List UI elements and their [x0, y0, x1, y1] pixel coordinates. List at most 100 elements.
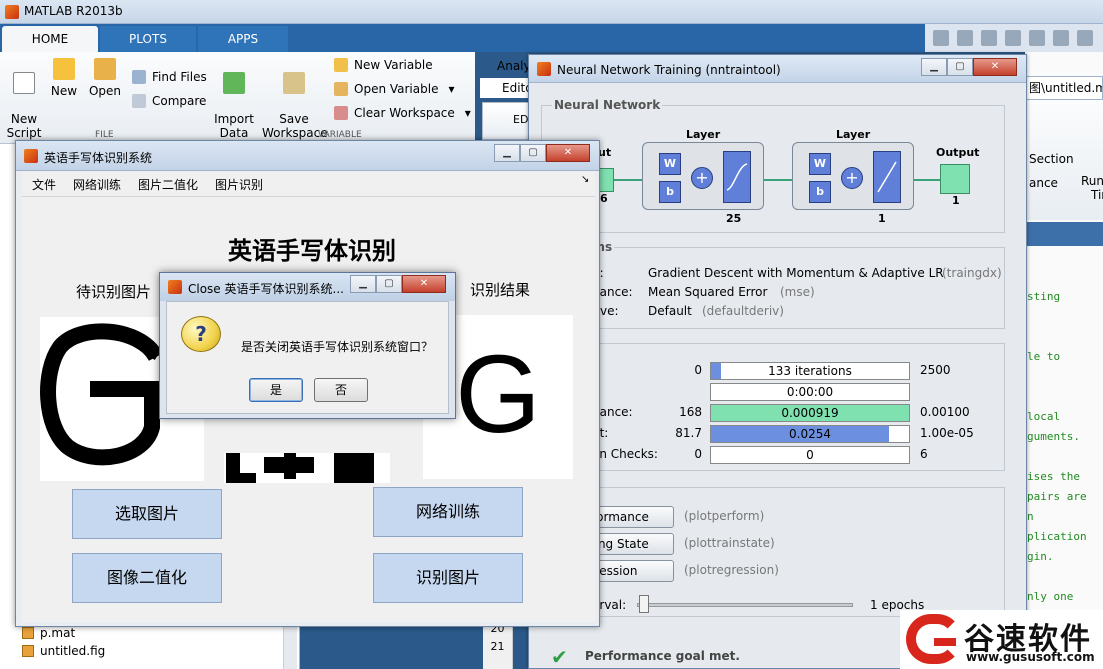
tab-apps[interactable]: APPS — [198, 26, 288, 52]
chevron-down-icon: ▾ — [464, 106, 471, 120]
menu-overflow-icon[interactable]: ↘ — [581, 174, 589, 185]
plot-code: (plotperform) — [684, 509, 765, 523]
import-data-button[interactable]: Import Data — [214, 58, 254, 140]
ance-label: ance — [1029, 176, 1058, 190]
menu-recognize[interactable]: 图片识别 — [215, 176, 263, 193]
handwriting-title: 英语手写体识别系统 — [44, 151, 153, 165]
import-icon — [223, 72, 245, 94]
open-variable-button[interactable]: Open Variable ▾ — [334, 80, 454, 98]
chevron-down-icon: ▾ — [448, 82, 455, 96]
dialog-body: ? 是否关闭英语手写体识别系统窗口？ 是 否 — [166, 301, 449, 414]
matlab-titlebar: MATLAB R2013b — [0, 0, 1103, 24]
maximize-button[interactable]: ▢ — [947, 58, 973, 76]
slider-thumb[interactable] — [639, 595, 649, 613]
recognize-image-button[interactable]: 识别图片 — [373, 553, 523, 603]
output-block — [940, 164, 970, 194]
select-image-button[interactable]: 选取图片 — [72, 489, 222, 539]
input-image-label: 待识别图片 — [76, 283, 152, 301]
maximize-button[interactable]: ▢ — [376, 275, 402, 293]
binarized-image — [226, 453, 374, 483]
new-button[interactable]: New — [48, 58, 80, 98]
menu-network-training[interactable]: 网络训练 — [73, 176, 121, 193]
clear-workspace-button[interactable]: Clear Workspace ▾ — [334, 104, 471, 122]
toolbar-icon[interactable] — [933, 30, 949, 46]
redo-icon[interactable] — [1077, 30, 1093, 46]
network-training-button[interactable]: 网络训练 — [373, 487, 523, 537]
editor-tab[interactable]: Edito — [480, 78, 535, 98]
binarize-image-button[interactable]: 图像二值化 — [72, 553, 222, 603]
editor-tab-strip — [1025, 222, 1103, 246]
close-button[interactable]: ✕ — [402, 275, 446, 293]
progress-value: 133 iterations — [768, 364, 852, 378]
bias-block: b — [809, 181, 831, 203]
handwriting-titlebar: 英语手写体识别系统 ▁ ▢ ✕ — [16, 141, 599, 171]
plot-code: (plotregression) — [684, 563, 779, 577]
menu-file[interactable]: 文件 — [32, 176, 56, 193]
progress-bar: 0.000919 — [710, 404, 910, 422]
progress-value: 0 — [806, 448, 814, 462]
no-button[interactable]: 否 — [314, 378, 368, 402]
performance-code: (mse) — [780, 285, 815, 299]
nntraintool-window: Neural Network Training (nntraintool) ▁ … — [528, 54, 1027, 669]
binary-image — [224, 453, 390, 483]
matlab-logo-icon — [168, 280, 182, 294]
group-variable-label: VARIABLE — [318, 130, 362, 140]
derivative-code: (defaultderiv) — [702, 304, 784, 318]
scrollbar[interactable] — [283, 620, 297, 669]
undo-icon[interactable] — [1053, 30, 1069, 46]
close-button[interactable]: ✕ — [973, 58, 1017, 76]
new-script-button[interactable]: New Script — [6, 58, 42, 140]
progress-start: 0 — [694, 447, 702, 461]
cut-icon[interactable] — [981, 30, 997, 46]
progress-end: 1.00e-05 — [920, 426, 974, 440]
progress-value: 0.000919 — [781, 406, 839, 420]
layer1-box: W b + — [642, 142, 764, 210]
folder-icon — [94, 58, 116, 80]
matlab-logo-icon — [5, 5, 19, 19]
editor-ribbon: Section ance Run Tim — [1025, 100, 1103, 220]
layer1-size: 25 — [726, 212, 742, 225]
sum-node: + — [691, 167, 713, 189]
plot-interval-slider[interactable] — [637, 603, 853, 607]
run-time-label: Tim — [1091, 188, 1103, 202]
minimize-button[interactable]: ▁ — [921, 58, 947, 76]
output-label: Output — [936, 146, 980, 159]
window-controls: ▁ ▢ ✕ — [921, 58, 1017, 76]
code-line: le to — [1027, 350, 1061, 363]
new-variable-icon — [334, 58, 348, 72]
open-button[interactable]: Open — [88, 58, 122, 98]
list-item[interactable]: untitled.fig — [20, 642, 285, 660]
find-files-icon — [132, 70, 146, 84]
minimize-button[interactable]: ▁ — [350, 275, 376, 293]
close-button[interactable]: ✕ — [546, 144, 590, 162]
code-line: plication — [1027, 530, 1087, 543]
section-button[interactable]: Section — [1029, 152, 1074, 166]
tab-home[interactable]: HOME — [2, 26, 98, 52]
progress-end: 6 — [920, 447, 928, 461]
yes-button[interactable]: 是 — [249, 378, 303, 402]
compare-icon — [132, 94, 146, 108]
progress-panel: ss 0133 iterations25000:00:00nance:1680.… — [541, 336, 1005, 471]
nntraintool-title: Neural Network Training (nntraintool) — [557, 63, 781, 77]
tab-plots[interactable]: PLOTS — [100, 26, 196, 52]
open-variable-icon — [334, 82, 348, 96]
progress-bar: 0:00:00 — [710, 383, 910, 401]
mat-file-icon — [22, 627, 34, 639]
save-icon[interactable] — [957, 30, 973, 46]
new-variable-button[interactable]: New Variable — [334, 56, 433, 74]
progress-value: 0.0254 — [789, 427, 831, 441]
layer2-label: Layer — [836, 128, 871, 141]
analysis-tab[interactable]: Analy — [475, 56, 535, 76]
copy-icon[interactable] — [1005, 30, 1021, 46]
code-line: n — [1027, 510, 1034, 523]
menu-binarize[interactable]: 图片二值化 — [138, 176, 198, 193]
compare-button[interactable]: Compare — [132, 92, 206, 110]
progress-end: 2500 — [920, 363, 951, 377]
maximize-button[interactable]: ▢ — [520, 144, 546, 162]
paste-icon[interactable] — [1029, 30, 1045, 46]
save-workspace-button[interactable]: Save Workspace — [262, 58, 328, 140]
minimize-button[interactable]: ▁ — [494, 144, 520, 162]
run-button[interactable]: Run — [1081, 174, 1103, 188]
find-files-button[interactable]: Find Files — [132, 68, 207, 86]
quick-access-toolbar — [925, 24, 1103, 52]
